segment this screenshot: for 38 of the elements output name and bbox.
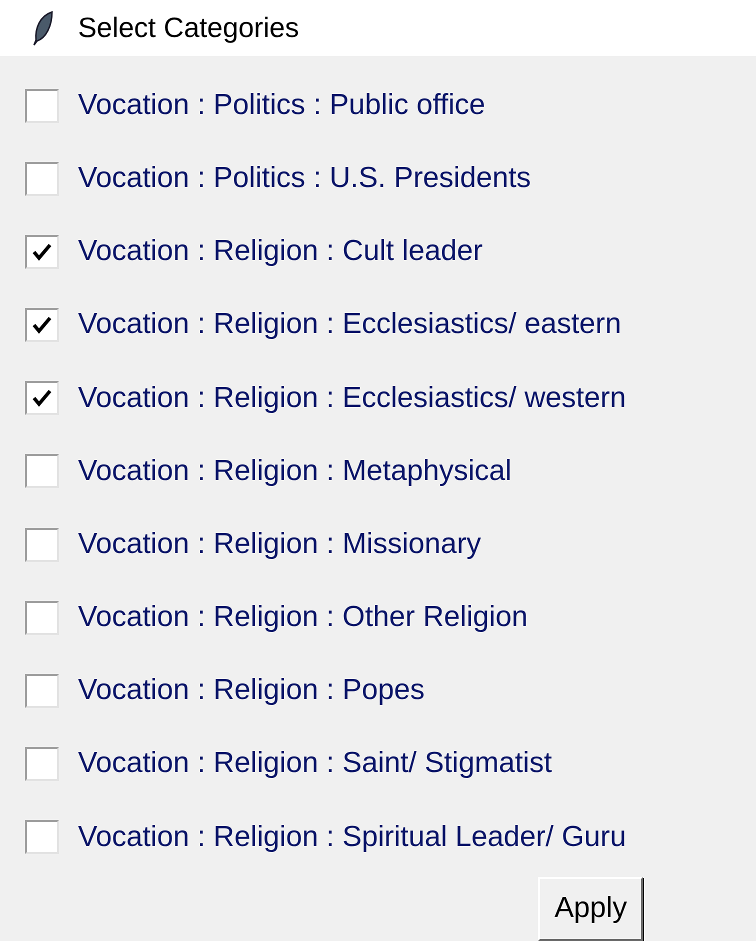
category-label: Vocation : Religion : Spiritual Leader/ Guru [78,820,626,855]
category-label: Vocation : Religion : Ecclesiastics/ eastern [78,307,622,342]
category-checkbox[interactable]: Vocation : Politics : Public office [25,68,756,142]
checkbox[interactable] [25,674,59,708]
category-checkbox[interactable]: Vocation : Religion : Ecclesiastics/ western [25,362,756,435]
category-label: Vocation : Religion : Other Religion [78,600,528,636]
category-checkbox[interactable]: Vocation : Religion : Ecclesiastics/ eastern [25,288,756,362]
feather-icon [32,10,56,46]
category-label: Vocation : Politics : U.S. Presidents [78,160,531,196]
category-label: Vocation : Politics : Public office [78,88,486,123]
checkmark-icon [31,387,53,410]
checkbox[interactable] [25,600,59,635]
category-checkbox[interactable]: Vocation : Religion : Popes [25,654,756,728]
category-checkbox[interactable]: Vocation : Religion : Saint/ Stigmatist [25,728,756,801]
category-label: Vocation : Religion : Ecclesiastics/ western [78,380,626,416]
checkbox[interactable] [25,162,59,196]
checkbox[interactable] [25,747,59,782]
category-checkbox[interactable]: Vocation : Politics : U.S. Presidents [25,142,756,216]
category-label: Vocation : Religion : Missionary [78,526,481,562]
checkbox[interactable] [25,820,59,854]
checkbox[interactable] [25,234,59,269]
checkbox[interactable] [25,308,59,342]
category-label: Vocation : Religion : Metaphysical [78,454,512,489]
apply-button[interactable]: Apply [538,877,643,941]
category-label: Vocation : Religion : Saint/ Stigmatist [78,746,552,782]
category-checkbox[interactable]: Vocation : Religion : Other Religion [25,581,756,654]
window-title: Select Categories [78,10,300,45]
checkbox[interactable] [25,528,59,562]
category-checkbox[interactable]: Vocation : Religion : Missionary [25,508,756,582]
category-label: Vocation : Religion : Cult leader [78,234,483,270]
category-checkbox[interactable]: Vocation : Religion : Cult leader [25,215,756,288]
checkbox[interactable] [25,88,59,123]
category-checkbox[interactable]: Vocation : Religion : Metaphysical [25,434,756,508]
checkmark-icon [31,314,53,336]
category-checkbox[interactable]: Vocation : Religion : Spiritual Leader/ Guru [25,800,756,874]
checkbox[interactable] [25,381,59,416]
category-label: Vocation : Religion : Popes [78,673,425,708]
checkbox[interactable] [25,454,59,488]
